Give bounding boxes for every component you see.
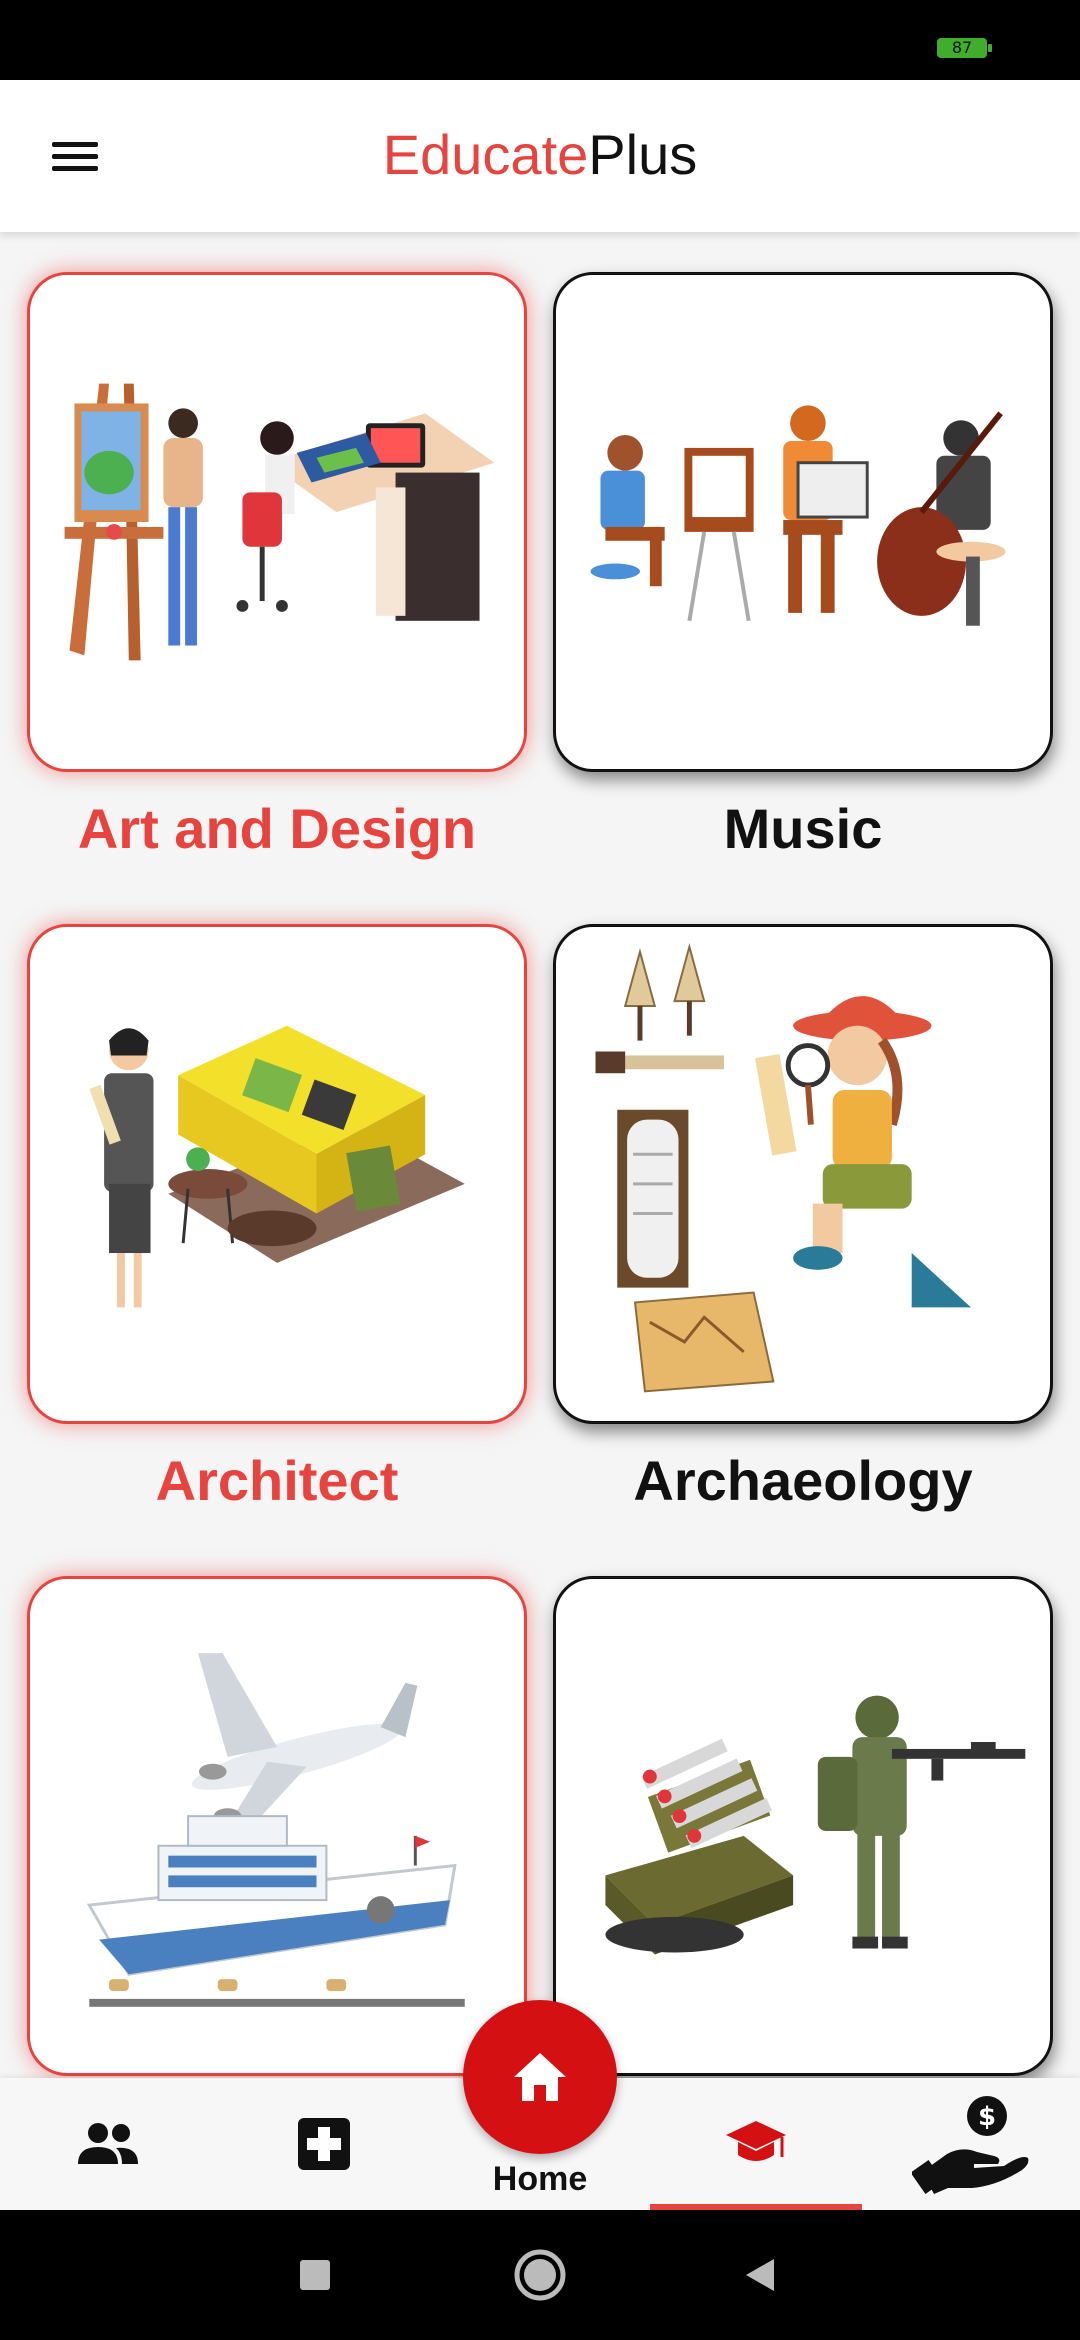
back-triangle-icon <box>746 2259 774 2291</box>
svg-text:$: $ <box>978 2102 996 2132</box>
card-archaeology[interactable] <box>553 924 1053 1424</box>
system-navigation-bar <box>0 2210 1080 2340</box>
app-title-part2: Plus <box>588 123 698 186</box>
card-transport[interactable] <box>27 1576 527 2076</box>
card-label: Music <box>723 797 883 860</box>
battery-level: 87 <box>951 38 973 57</box>
app-title-part1: Educate <box>382 123 589 186</box>
home-icon <box>514 2053 566 2101</box>
card-architect[interactable] <box>27 924 527 1424</box>
nav-education[interactable] <box>648 2078 864 2210</box>
architect-illustration <box>89 1025 465 1308</box>
battery-icon: 87 <box>937 38 992 58</box>
square-icon <box>300 2260 330 2290</box>
card-music[interactable] <box>553 272 1053 772</box>
home-label: Home <box>492 2160 588 2198</box>
nav-people[interactable] <box>0 2078 216 2210</box>
app-bar: EducatePlus <box>0 80 1080 232</box>
nav-funding[interactable]: $ <box>864 2078 1080 2210</box>
circle-icon <box>514 2249 566 2301</box>
card-label: Archaeology <box>633 1449 973 1512</box>
plane-ship-illustration <box>86 1653 465 2007</box>
people-icon <box>78 2123 138 2164</box>
back-button[interactable] <box>700 2210 820 2340</box>
card-label: Architect <box>155 1449 399 1512</box>
music-illustration <box>590 405 1006 626</box>
recents-button[interactable] <box>255 2210 375 2340</box>
military-illustration <box>605 1695 1026 1955</box>
home-button[interactable] <box>463 2000 617 2154</box>
archaeology-illustration <box>595 943 971 1393</box>
system-home-button[interactable] <box>480 2210 600 2340</box>
card-label: Art and Design <box>77 797 477 860</box>
card-art-and-design[interactable] <box>27 272 527 772</box>
status-bar: 87 <box>0 0 1080 80</box>
nav-medical[interactable] <box>216 2078 432 2210</box>
art-design-illustration <box>64 383 495 661</box>
graduation-cap-icon <box>726 2121 786 2161</box>
medical-plus-icon <box>298 2118 350 2170</box>
card-military[interactable] <box>553 1576 1053 2076</box>
money-hand-icon: $ <box>912 2096 1029 2194</box>
app-title: EducatePlus <box>0 122 1080 187</box>
